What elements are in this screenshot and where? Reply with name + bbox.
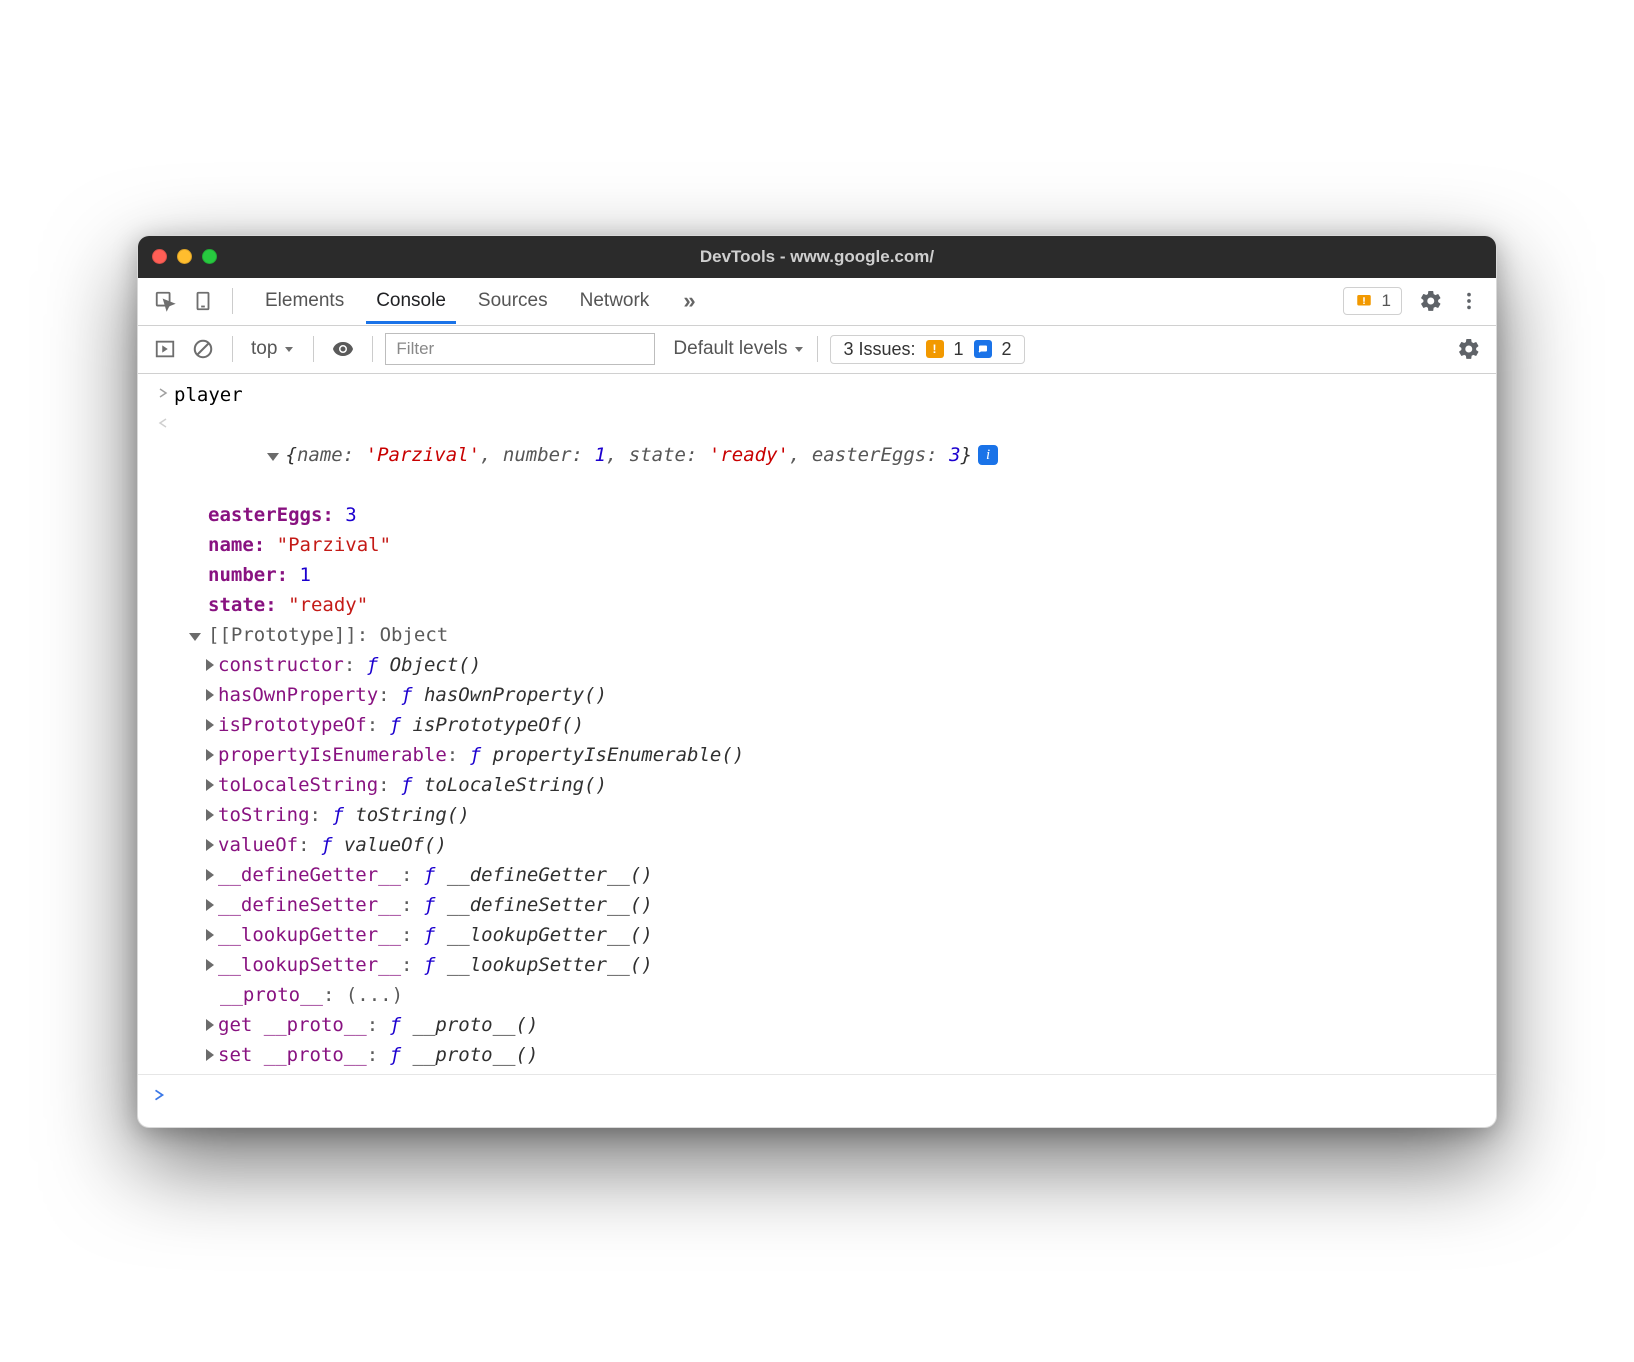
expand-icon[interactable] [206,899,214,911]
prototype-property[interactable]: constructor: ƒ Object() [138,650,1496,680]
expand-icon[interactable] [206,929,214,941]
object-property[interactable]: easterEggs: 3 [138,500,1496,530]
prototype-property[interactable]: __defineGetter__: ƒ __defineGetter__() [138,860,1496,890]
expand-icon[interactable] [206,1019,214,1031]
expand-icon[interactable] [206,779,214,791]
expand-icon[interactable] [206,659,214,671]
clear-console-icon[interactable] [186,332,220,366]
tab-network[interactable]: Network [578,290,652,312]
tab-console[interactable]: Console [374,290,448,312]
console-output-line[interactable]: {name: 'Parzival', number: 1, state: 're… [138,410,1496,500]
prototype-property[interactable]: isPrototypeOf: ƒ isPrototypeOf() [138,710,1496,740]
prototype-property[interactable]: toLocaleString: ƒ toLocaleString() [138,770,1496,800]
main-toolbar: Elements Console Sources Network » 1 [138,278,1496,326]
expand-icon[interactable] [206,749,214,761]
tabs-overflow-icon[interactable]: » [683,288,695,314]
separator [313,336,314,362]
console-toolbar: top Default levels 3 Issues: ! 1 2 [138,326,1496,374]
prototype-property[interactable]: __lookupGetter__: ƒ __lookupGetter__() [138,920,1496,950]
prototype-property[interactable]: valueOf: ƒ valueOf() [138,830,1496,860]
input-caret-icon [157,386,169,400]
log-levels-label: Default levels [673,338,787,360]
output-caret-icon [157,416,169,430]
issues-warn-count: 1 [954,339,964,360]
separator [138,1074,1496,1075]
expand-icon[interactable] [206,689,214,701]
chevron-down-icon [283,343,295,355]
console-prompt[interactable] [138,1079,1496,1123]
console-settings-icon[interactable] [1452,332,1486,366]
separator [817,336,818,362]
inspect-element-icon[interactable] [148,284,182,318]
expand-icon[interactable] [206,1049,214,1061]
prototype-header[interactable]: [[Prototype]]: Object [138,620,1496,650]
device-toggle-icon[interactable] [186,284,220,318]
warning-icon: ! [926,340,944,358]
prototype-property[interactable]: __lookupSetter__: ƒ __lookupSetter__() [138,950,1496,980]
warnings-badge[interactable]: 1 [1343,287,1402,315]
panel-tabs: Elements Console Sources Network » [263,288,1339,314]
window-title: DevTools - www.google.com/ [138,247,1496,267]
context-selector[interactable]: top [245,336,301,362]
prompt-caret-icon [152,1087,166,1103]
separator [232,336,233,362]
expand-toggle-icon[interactable] [188,633,206,641]
expand-icon[interactable] [206,869,214,881]
prototype-property[interactable]: hasOwnProperty: ƒ hasOwnProperty() [138,680,1496,710]
sidebar-toggle-icon[interactable] [148,332,182,366]
live-expression-icon[interactable] [326,332,360,366]
settings-icon[interactable] [1414,284,1448,318]
prototype-property[interactable]: __proto__: (...) [138,980,1496,1010]
warnings-count: 1 [1382,291,1391,311]
expand-toggle-icon[interactable] [266,453,284,461]
input-text: player [174,380,243,410]
prototype-property[interactable]: propertyIsEnumerable: ƒ propertyIsEnumer… [138,740,1496,770]
prototype-property[interactable]: __defineSetter__: ƒ __defineSetter__() [138,890,1496,920]
prototype-property[interactable]: get __proto__: ƒ __proto__() [138,1010,1496,1040]
filter-input[interactable] [385,333,655,365]
expand-icon[interactable] [206,719,214,731]
object-property[interactable]: name: "Parzival" [138,530,1496,560]
console-input-echo[interactable]: player [138,380,1496,410]
console-output: player {name: 'Parzival', number: 1, sta… [138,374,1496,1127]
tab-sources[interactable]: Sources [476,290,550,312]
chevron-down-icon [793,343,805,355]
issues-button[interactable]: 3 Issues: ! 1 2 [830,335,1024,364]
issues-label: 3 Issues: [843,339,915,360]
issues-info-count: 2 [1002,339,1012,360]
tab-elements[interactable]: Elements [263,290,346,312]
kebab-menu-icon[interactable] [1452,284,1486,318]
titlebar: DevTools - www.google.com/ [138,236,1496,278]
expand-icon[interactable] [206,809,214,821]
expand-icon[interactable] [206,959,214,971]
expand-icon[interactable] [206,839,214,851]
devtools-window: DevTools - www.google.com/ Elements Cons… [137,235,1497,1128]
separator [232,288,233,314]
separator [372,336,373,362]
log-levels-selector[interactable]: Default levels [673,338,805,360]
info-icon [974,340,992,358]
context-label: top [251,338,277,360]
prototype-property[interactable]: toString: ƒ toString() [138,800,1496,830]
object-property[interactable]: number: 1 [138,560,1496,590]
info-badge-icon[interactable]: i [978,445,998,465]
prototype-property[interactable]: set __proto__: ƒ __proto__() [138,1040,1496,1070]
object-property[interactable]: state: "ready" [138,590,1496,620]
